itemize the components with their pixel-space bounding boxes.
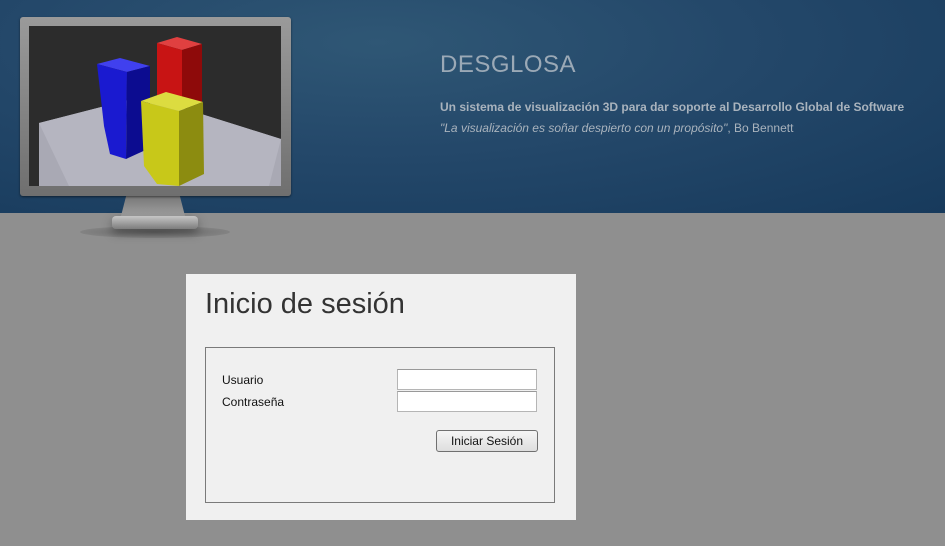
login-title: Inicio de sesión: [205, 288, 405, 320]
login-submit-button[interactable]: Iniciar Sesión: [436, 430, 538, 452]
app-title: DESGLOSA: [440, 51, 577, 78]
page: DESGLOSA Un sistema de visualización 3D …: [0, 0, 945, 546]
password-label: Contraseña: [222, 395, 285, 409]
quote-line: "La visualización es soñar despierto con…: [440, 121, 793, 135]
monitor-illustration: [20, 17, 291, 196]
username-input[interactable]: [397, 369, 537, 390]
username-label: Usuario: [222, 373, 264, 387]
header-banner: DESGLOSA Un sistema de visualización 3D …: [0, 0, 945, 238]
quote-author: , Bo Bennett: [727, 121, 794, 135]
quote-text: "La visualización es soñar despierto con…: [440, 121, 728, 135]
3d-bars-image: [39, 37, 281, 186]
login-panel: Inicio de sesión Usuario Contraseña Inic…: [186, 274, 576, 520]
yellow-bar: [141, 92, 204, 186]
monitor-stand-base: [112, 216, 198, 229]
monitor-screen: [29, 26, 281, 186]
app-subtitle: Un sistema de visualización 3D para dar …: [440, 100, 905, 114]
password-input[interactable]: [397, 391, 537, 412]
monitor-stand-neck: [121, 196, 185, 216]
login-form: Usuario Contraseña Iniciar Sesión: [205, 347, 555, 503]
